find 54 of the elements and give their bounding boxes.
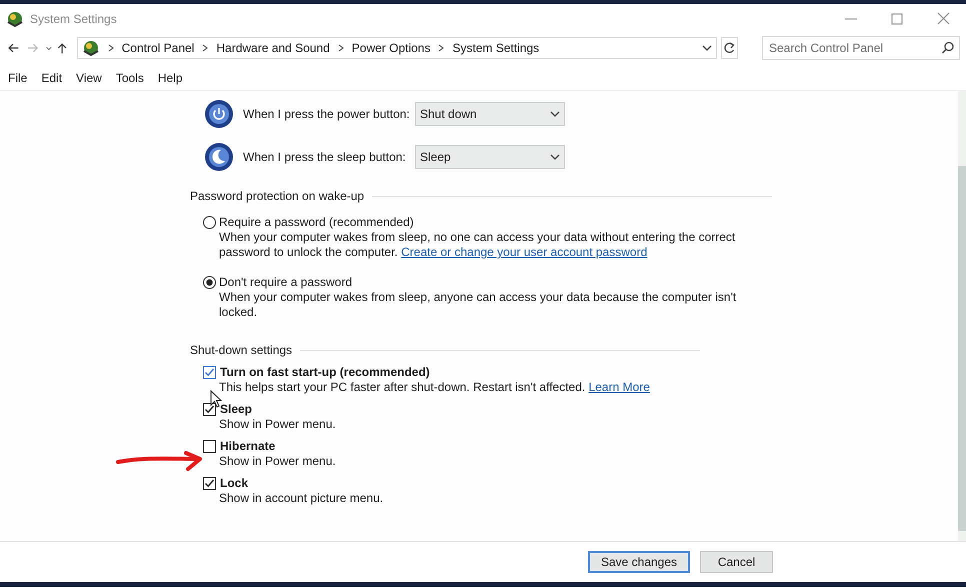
breadcrumb-item[interactable]: Control Panel	[122, 41, 194, 55]
menu-item[interactable]: File	[8, 71, 28, 85]
link[interactable]: Learn More	[588, 380, 650, 394]
window-title: System Settings	[30, 12, 117, 26]
chevron-icon	[200, 43, 210, 53]
option-label[interactable]: Don't require a password	[219, 275, 352, 289]
action-dropdown[interactable]: Shut down	[415, 102, 565, 126]
menu-item[interactable]: View	[76, 71, 102, 85]
option-label[interactable]: Require a password (recommended)	[219, 215, 414, 229]
menu-item[interactable]: Tools	[116, 71, 144, 85]
refresh-icon	[722, 41, 736, 55]
option-label[interactable]: Lock	[220, 476, 248, 490]
checkbox[interactable]	[203, 366, 216, 378]
setting-label: When I press the power button:	[243, 107, 411, 121]
menu-item[interactable]: Edit	[41, 71, 62, 85]
option-label[interactable]: Turn on fast start-up (recommended)	[220, 365, 430, 379]
refresh-button[interactable]	[720, 37, 738, 59]
control-panel-icon	[6, 10, 24, 28]
action-dropdown[interactable]: Sleep	[415, 145, 565, 169]
radio-button[interactable]	[203, 276, 216, 288]
radio-button[interactable]	[203, 216, 216, 228]
checkbox[interactable]	[203, 476, 216, 490]
control-panel-icon	[82, 39, 100, 57]
cursor-icon	[210, 390, 222, 408]
scrollbar[interactable]	[958, 91, 966, 541]
power-icon	[204, 99, 234, 129]
option-description: Show in Power menu.	[218, 454, 337, 469]
moon-icon	[204, 142, 234, 172]
checkbox[interactable]	[203, 440, 216, 452]
dropdown-caret-icon	[550, 109, 560, 119]
option-label[interactable]: Sleep	[220, 402, 252, 416]
option-description: This helps start your PC faster after shut-down. Restart isn't affected. Learn More	[218, 380, 651, 395]
link[interactable]: Create or change your user account password	[401, 245, 648, 259]
section-heading: Shut-down settings	[190, 343, 292, 357]
breadcrumb-item[interactable]: Power Options	[352, 41, 430, 55]
chevron-icon	[436, 43, 446, 53]
option-description: Show in Power menu.	[218, 417, 337, 432]
breadcrumb-item[interactable]: Hardware and Sound	[216, 41, 330, 55]
search-icon[interactable]	[940, 41, 954, 54]
dropdown-caret-icon[interactable]	[702, 43, 712, 53]
option-description: When your computer wakes from sleep, anyone can access your data because the computer isn't locked.	[218, 290, 738, 320]
search-field[interactable]: Search Control Panel	[762, 36, 960, 60]
option-label[interactable]: Hibernate	[220, 439, 276, 453]
section-heading: Password protection on wake-up	[190, 189, 364, 203]
breadcrumb-item[interactable]: System Settings	[452, 41, 540, 55]
address-bar[interactable]: Control Panel Hardware and Sound Power Options System Settings	[76, 37, 717, 59]
setting-label: When I press the sleep button:	[243, 150, 407, 164]
cancel-button[interactable]: Cancel	[700, 551, 773, 573]
option-description: Show in account picture menu.	[218, 491, 384, 506]
checkbox[interactable]	[203, 402, 216, 416]
save-button[interactable]: Save changes	[588, 551, 690, 573]
option-description: When your computer wakes from sleep, no one can access your data without entering the correct password to unlock the computer. Create or change your user account password	[218, 230, 736, 260]
dropdown-caret-icon	[550, 152, 560, 162]
menu-item[interactable]: Help	[158, 71, 183, 85]
